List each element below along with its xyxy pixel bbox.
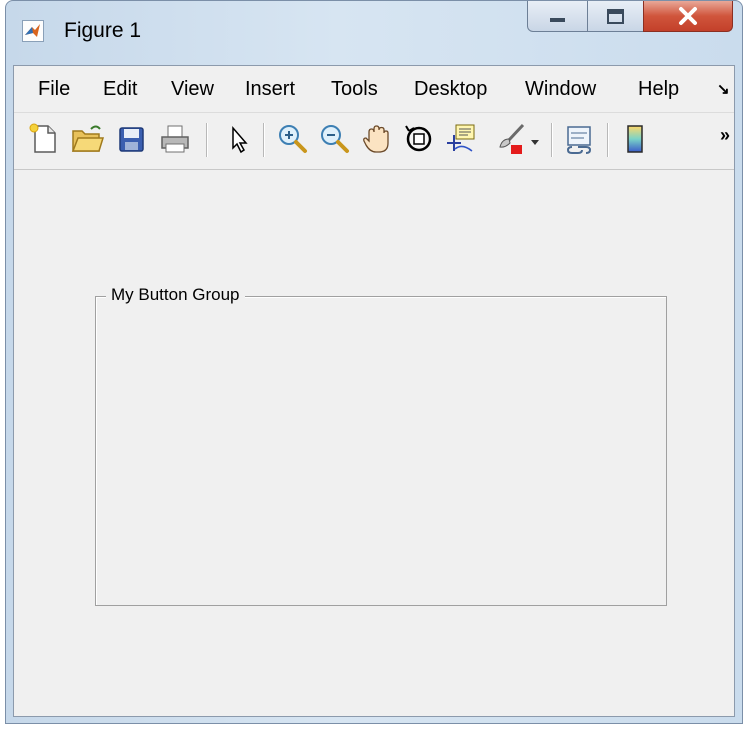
pan-hand-icon [363,125,389,153]
brush-icon [499,123,525,154]
select-pointer-button[interactable] [221,121,257,157]
close-icon [679,7,697,25]
menu-window[interactable]: Window [525,78,596,101]
close-button[interactable] [643,1,733,32]
menu-bar: File Edit View Insert Tools Desktop Wind… [14,66,734,113]
menu-insert[interactable]: Insert [245,78,295,101]
title-bar[interactable]: Figure 1 [6,1,742,65]
menu-file[interactable]: File [38,78,70,101]
select-pointer-icon [232,125,248,154]
minimize-button[interactable] [527,1,588,32]
figure-client-area: File Edit View Insert Tools Desktop Wind… [13,65,735,717]
print-button[interactable] [157,121,193,157]
toolbar-overflow-button[interactable]: » [720,125,730,146]
zoom-in-icon [279,125,307,153]
link-plot-button[interactable] [562,121,598,157]
matlab-icon[interactable] [22,20,44,42]
brush-dropdown-button[interactable] [528,121,542,157]
figure-canvas: My Button Group [14,170,734,716]
data-cursor-icon [447,124,475,152]
zoom-out-icon [321,125,349,153]
menu-help[interactable]: Help [638,78,679,101]
open-file-icon [71,125,105,152]
link-plot-icon [566,126,592,154]
toolbar-separator [206,123,208,157]
menu-tools[interactable]: Tools [331,78,378,101]
brush-dropdown-icon [531,140,539,145]
button-group-panel: My Button Group [95,285,667,606]
figure-toolbar: » [14,113,734,170]
open-file-button[interactable] [69,121,105,157]
save-icon [119,127,144,152]
brush-button[interactable] [493,121,529,157]
minimize-icon [550,18,565,22]
toolbar-separator [607,123,609,157]
button-group-title: My Button Group [106,285,245,305]
colorbar-icon [627,125,643,153]
window-title: Figure 1 [64,19,142,42]
save-button[interactable] [113,121,149,157]
colorbar-button[interactable] [617,121,653,157]
toolbar-separator [551,123,553,157]
overflow-arrow-icon[interactable]: ↘ [717,80,730,98]
maximize-icon [607,9,624,24]
rotate-3d-button[interactable] [401,121,437,157]
menu-view[interactable]: View [171,78,214,101]
toolbar-separator [263,123,265,157]
rotate-3d-icon [405,125,432,152]
zoom-in-button[interactable] [274,121,310,157]
data-cursor-button[interactable] [444,121,480,157]
new-figure-icon [29,123,56,153]
zoom-out-button[interactable] [316,121,352,157]
figure-window: Figure 1 File Edit View Insert Tools Des… [5,0,743,724]
menu-desktop[interactable]: Desktop [414,78,487,101]
menu-edit[interactable]: Edit [103,78,137,101]
print-icon [161,125,189,153]
new-figure-button[interactable] [26,121,62,157]
pan-button[interactable] [359,121,395,157]
maximize-button[interactable] [587,1,644,32]
